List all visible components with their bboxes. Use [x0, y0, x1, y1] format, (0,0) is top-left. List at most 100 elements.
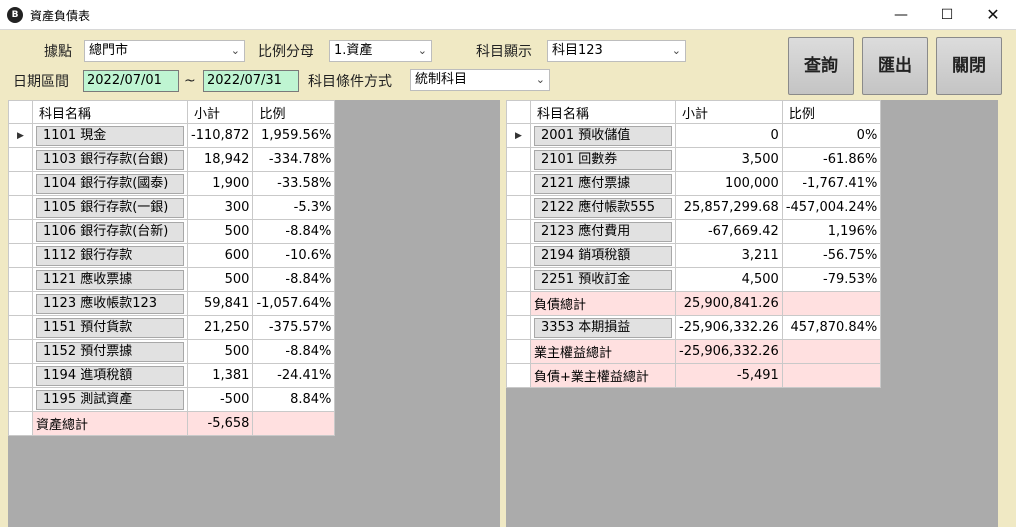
subtotal-cell[interactable]: 4,500	[675, 267, 783, 292]
account-name-cell[interactable]: 1103 銀行存款(台銀)	[32, 147, 188, 172]
ratio-cell[interactable]: -10.6%	[252, 243, 336, 268]
account-name-button[interactable]: 3353 本期損益	[534, 317, 672, 338]
row-header[interactable]	[8, 195, 33, 220]
account-name-button[interactable]: 1105 銀行存款(一銀)	[36, 197, 184, 218]
account-name-button[interactable]: 1121 應收票據	[36, 269, 184, 290]
table-row[interactable]: 2251 預收訂金 4,500 -79.53%	[506, 267, 882, 292]
account-name-button[interactable]: 1195 測試資產	[36, 389, 184, 410]
condition-select[interactable]: 統制科目 ⌄	[410, 69, 550, 91]
subtotal-cell[interactable]: -67,669.42	[675, 219, 783, 244]
export-button[interactable]: 匯出	[862, 37, 928, 95]
account-name-button[interactable]: 2001 預收儲值	[534, 125, 672, 146]
row-header[interactable]	[8, 339, 33, 364]
ratio-cell[interactable]: 0%	[781, 123, 882, 148]
row-header[interactable]	[8, 267, 33, 292]
maximize-button[interactable]: ☐	[924, 0, 970, 30]
subtotal-cell[interactable]: 59,841	[186, 291, 254, 316]
account-name-cell[interactable]: 2122 應付帳款555	[530, 195, 676, 220]
ratio-cell[interactable]: -334.78%	[252, 147, 336, 172]
row-header[interactable]	[506, 315, 531, 340]
account-name-cell[interactable]: 2121 應付票據	[530, 171, 676, 196]
row-header[interactable]	[506, 363, 531, 388]
table-row[interactable]: ▶ 2001 預收儲值 0 0%	[506, 123, 882, 148]
account-name-button[interactable]: 1104 銀行存款(國泰)	[36, 173, 184, 194]
column-header[interactable]: 科目名稱	[32, 100, 188, 124]
ratio-cell[interactable]: -8.84%	[252, 339, 336, 364]
row-header[interactable]	[8, 219, 33, 244]
column-header[interactable]: 小計	[186, 100, 254, 124]
row-header[interactable]	[506, 291, 531, 316]
account-name-button[interactable]: 1194 進項稅額	[36, 365, 184, 386]
account-name-cell[interactable]: 2101 回數券	[530, 147, 676, 172]
ratio-cell[interactable]	[781, 291, 882, 316]
account-display-select[interactable]: 科目123 ⌄	[547, 40, 686, 62]
account-name-cell[interactable]: 2251 預收訂金	[530, 267, 676, 292]
assets-grid[interactable]: 科目名稱 小計 比例 ▶ 1101 現金 -110,872 1,959.56% 1103…	[8, 100, 500, 527]
triangle-right-icon[interactable]: ▶	[506, 123, 531, 148]
ratio-cell[interactable]: -24.41%	[252, 363, 336, 388]
ratio-cell[interactable]: -33.58%	[252, 171, 336, 196]
ratio-cell[interactable]: -79.53%	[781, 267, 882, 292]
subtotal-cell[interactable]: -500	[186, 387, 254, 412]
close-window-button[interactable]: ✕	[970, 0, 1016, 30]
subtotal-cell[interactable]: 1,381	[186, 363, 254, 388]
ratio-cell[interactable]: 1,196%	[781, 219, 882, 244]
account-name-cell[interactable]: 1123 應收帳款123	[32, 291, 188, 316]
table-row[interactable]: 2121 應付票據 100,000 -1,767.41%	[506, 171, 882, 196]
date-to-input[interactable]: 2022/07/31	[203, 70, 299, 92]
subtotal-cell[interactable]: 3,500	[675, 147, 783, 172]
account-name-cell[interactable]: 1112 銀行存款	[32, 243, 188, 268]
table-row[interactable]: 1103 銀行存款(台銀) 18,942 -334.78%	[8, 147, 336, 172]
subtotal-cell[interactable]: 1,900	[186, 171, 254, 196]
table-row[interactable]: 1194 進項稅額 1,381 -24.41%	[8, 363, 336, 388]
table-row[interactable]: 1104 銀行存款(國泰) 1,900 -33.58%	[8, 171, 336, 196]
account-name-cell[interactable]: 1151 預付貨款	[32, 315, 188, 340]
account-name-button[interactable]: 2123 應付費用	[534, 221, 672, 242]
total-row[interactable]: 負債+業主權益總計 -5,491	[506, 363, 882, 388]
subtotal-cell[interactable]: 300	[186, 195, 254, 220]
total-row[interactable]: 資產總計 -5,658	[8, 411, 336, 436]
ratio-cell[interactable]	[781, 339, 882, 364]
ratio-cell[interactable]	[252, 411, 336, 436]
account-name-cell[interactable]: 3353 本期損益	[530, 315, 676, 340]
account-name-button[interactable]: 1101 現金	[36, 125, 184, 146]
account-name-button[interactable]: 2122 應付帳款555	[534, 197, 672, 218]
ratio-cell[interactable]: 457,870.84%	[781, 315, 882, 340]
subtotal-cell[interactable]: 500	[186, 219, 254, 244]
account-name-cell[interactable]: 1104 銀行存款(國泰)	[32, 171, 188, 196]
account-name-button[interactable]: 2251 預收訂金	[534, 269, 672, 290]
ratio-cell[interactable]: -8.84%	[252, 267, 336, 292]
row-header[interactable]	[506, 171, 531, 196]
account-name-button[interactable]: 2194 銷項稅額	[534, 245, 672, 266]
triangle-right-icon[interactable]: ▶	[8, 123, 33, 148]
table-row[interactable]: 1112 銀行存款 600 -10.6%	[8, 243, 336, 268]
account-name-button[interactable]: 1123 應收帳款123	[36, 293, 184, 314]
account-name-cell[interactable]: 1106 銀行存款(台新)	[32, 219, 188, 244]
row-header[interactable]	[506, 219, 531, 244]
table-row[interactable]: 2122 應付帳款555 25,857,299.68 -457,004.24%	[506, 195, 882, 220]
account-name-cell[interactable]: 2194 銷項稅額	[530, 243, 676, 268]
subtotal-cell[interactable]: 25,900,841.26	[675, 291, 783, 316]
row-header[interactable]	[506, 267, 531, 292]
query-button[interactable]: 查詢	[788, 37, 854, 95]
table-row[interactable]: 1105 銀行存款(一銀) 300 -5.3%	[8, 195, 336, 220]
row-header[interactable]	[8, 147, 33, 172]
account-name-button[interactable]: 2101 回數券	[534, 149, 672, 170]
subtotal-cell[interactable]: 25,857,299.68	[675, 195, 783, 220]
subtotal-cell[interactable]: -25,906,332.26	[675, 339, 783, 364]
subtotal-cell[interactable]: 500	[186, 267, 254, 292]
subtotal-cell[interactable]: 100,000	[675, 171, 783, 196]
table-row[interactable]: 3353 本期損益 -25,906,332.26 457,870.84%	[506, 315, 882, 340]
total-name-cell[interactable]: 負債總計	[530, 291, 676, 316]
row-header[interactable]	[506, 147, 531, 172]
account-name-cell[interactable]: 2123 應付費用	[530, 219, 676, 244]
column-header[interactable]: 科目名稱	[530, 100, 676, 124]
ratio-cell[interactable]: -457,004.24%	[781, 195, 882, 220]
subtotal-cell[interactable]: -5,658	[186, 411, 254, 436]
subtotal-cell[interactable]: 500	[186, 339, 254, 364]
row-header[interactable]	[8, 363, 33, 388]
ratio-cell[interactable]	[781, 363, 882, 388]
ratio-cell[interactable]: -5.3%	[252, 195, 336, 220]
ratio-cell[interactable]: -1,057.64%	[252, 291, 336, 316]
table-row[interactable]: 1106 銀行存款(台新) 500 -8.84%	[8, 219, 336, 244]
